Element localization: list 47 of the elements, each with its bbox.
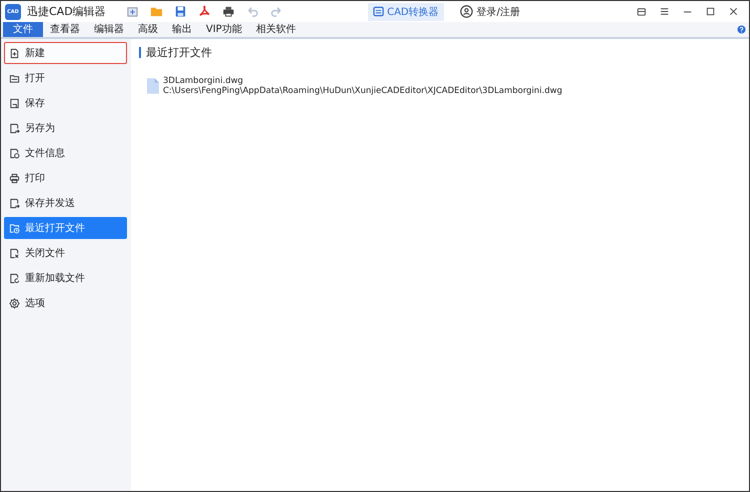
file-close-icon [9,248,20,258]
save-icon[interactable] [174,5,187,18]
login-button[interactable]: 登录/注册 [460,4,520,18]
sidebar-item[interactable]: 打开 [4,67,127,89]
file-reload-icon [9,272,20,284]
menu-tab[interactable]: VIP功能 [199,22,249,37]
file-icon [147,78,159,94]
sidebar-item[interactable]: 打印 [4,167,127,189]
help-icon[interactable] [737,25,746,34]
sidebar-item[interactable]: 选项 [4,292,127,314]
save-arrow-icon [9,122,20,134]
sidebar-item[interactable]: 文件信息 [4,142,127,164]
sidebar-item[interactable]: 另存为 [4,117,127,139]
file-name[interactable]: 3DLamborgini.dwg [163,76,562,86]
file-info-icon [9,148,20,158]
user-icon [460,5,473,18]
save-arrow-icon [9,198,20,208]
sidebar-item[interactable]: 最近打开文件 [4,217,127,239]
converter-icon [373,6,384,17]
close-icon[interactable] [728,6,739,17]
sidebar-item[interactable]: 保存并发送 [4,192,127,214]
pdf-icon[interactable] [198,5,211,18]
folder-icon [9,72,20,84]
menu-tab[interactable]: 高级 [131,22,165,37]
menu-tab[interactable]: 输出 [165,22,199,37]
print-icon[interactable] [222,5,235,18]
menu-tab[interactable]: 查看器 [43,22,87,37]
sidebar-item[interactable]: 关闭文件 [4,242,127,264]
menu-tab[interactable]: 文件 [3,22,43,37]
new-file-icon [9,48,20,58]
menu-tab[interactable]: 相关软件 [248,22,303,37]
sidebar-item[interactable]: 新建 [4,42,127,64]
skin-icon[interactable] [636,6,647,17]
file-path: C:\Users\FengPing\AppData\Roaming\HuDun\XunjieCADEditor\XJCADEditor\3DLamborgini.dwg [163,86,562,96]
converter-button[interactable]: CAD转换器 [368,2,444,20]
menu-tab[interactable]: 编辑器 [87,22,131,37]
folder-clock-icon [9,222,20,234]
print-icon [9,172,20,184]
save-icon [9,98,20,108]
maximize-icon[interactable] [705,6,716,17]
menu-icon[interactable] [659,6,670,17]
section-heading: 最近打开文件 [146,45,212,60]
settings-icon [9,298,20,308]
sidebar-item[interactable]: 保存 [4,92,127,114]
sidebar-item[interactable]: 重新加载文件 [4,267,127,289]
new-file-icon[interactable] [126,5,139,18]
app-title: 迅捷CAD编辑器 [27,4,106,19]
